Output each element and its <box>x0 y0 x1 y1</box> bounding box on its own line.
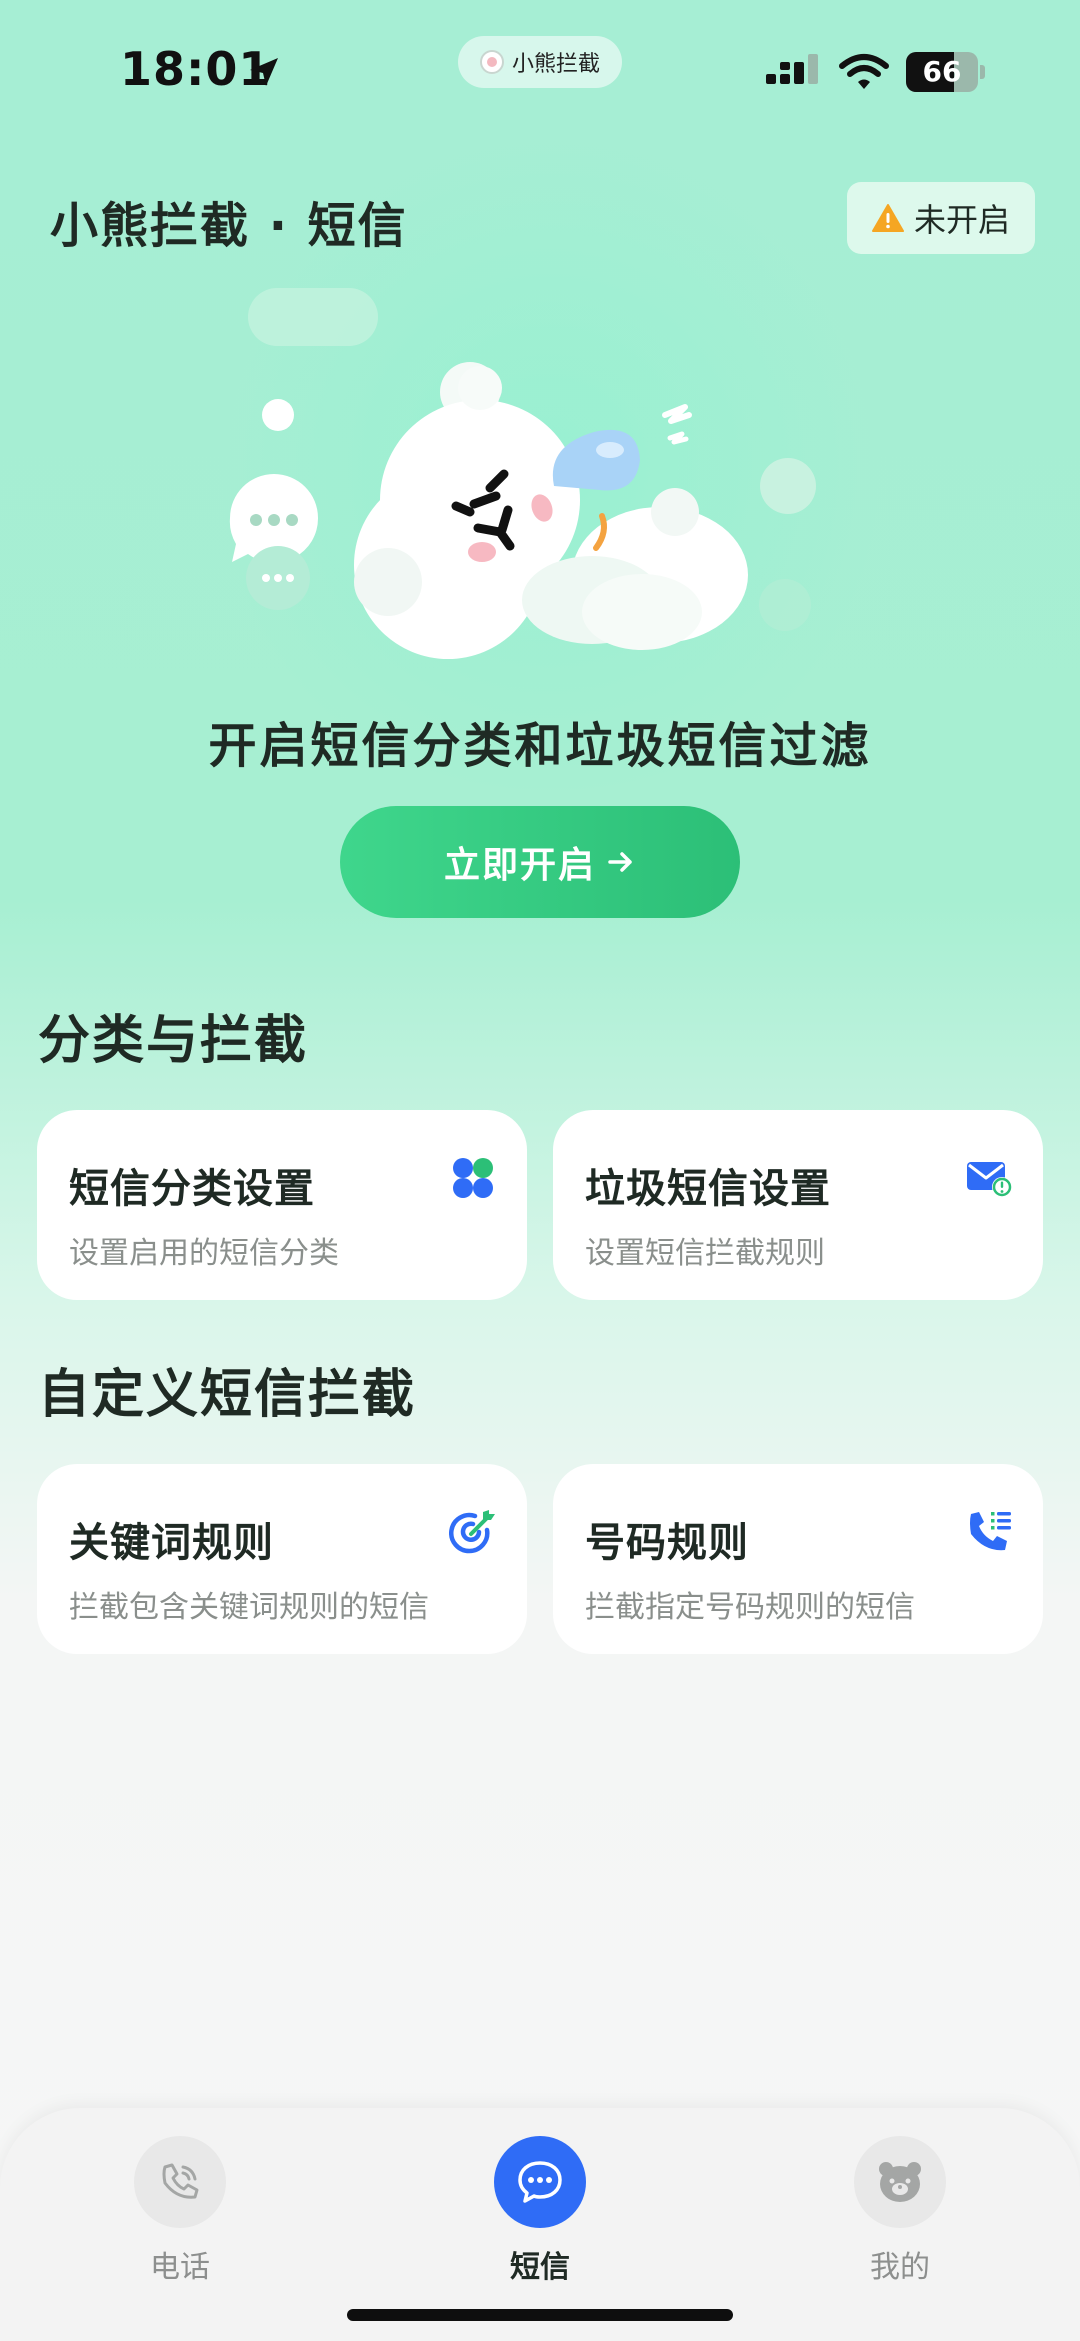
tab-phone-label: 电话 <box>150 2250 210 2285</box>
tab-me-icon-bg <box>854 2136 946 2228</box>
sms-category-settings-card[interactable]: 短信分类设置 设置启用的短信分类 <box>37 1110 527 1300</box>
chat-bubble-icon <box>518 2161 562 2203</box>
keyword-rules-card[interactable]: 关键词规则 拦截包含关键词规则的短信 <box>37 1464 527 1654</box>
arrow-right-icon <box>608 852 632 872</box>
card-subtitle: 设置启用的短信分类 <box>69 1236 339 1271</box>
number-rules-card[interactable]: 号码规则 拦截指定号码规则的短信 <box>553 1464 1043 1654</box>
card-subtitle: 设置短信拦截规则 <box>585 1236 825 1271</box>
island-label: 小熊拦截 <box>511 52 600 77</box>
dynamic-island[interactable]: 小熊拦截 <box>458 36 622 88</box>
spam-sms-settings-card[interactable]: 垃圾短信设置 设置短信拦截规则 <box>553 1110 1043 1300</box>
enable-now-label: 立即开启 <box>443 845 596 886</box>
location-arrow-icon <box>250 58 278 86</box>
page-title: 小熊拦截 · 短信 <box>50 198 408 254</box>
tab-phone-icon-bg <box>134 2136 226 2228</box>
tab-sms[interactable]: 短信 <box>450 2136 630 2285</box>
mail-alert-icon <box>967 1162 1012 1197</box>
section-title-custom: 自定义短信拦截 <box>38 1365 417 1425</box>
warning-icon <box>871 204 904 232</box>
card-subtitle: 拦截包含关键词规则的短信 <box>69 1590 429 1625</box>
home-indicator[interactable] <box>347 2309 733 2321</box>
protection-status-badge[interactable]: 未开启 <box>847 182 1035 254</box>
bear-app-icon <box>479 50 504 74</box>
card-title: 垃圾短信设置 <box>585 1166 831 1212</box>
tab-sms-label: 短信 <box>510 2250 570 2285</box>
cellular-signal-icon <box>766 54 818 84</box>
bear-face-icon <box>879 2162 921 2202</box>
section-title-classify: 分类与拦截 <box>38 1011 309 1071</box>
card-title: 短信分类设置 <box>69 1166 315 1212</box>
wifi-icon <box>839 54 889 89</box>
status-badge-label: 未开启 <box>913 201 1010 239</box>
hero-headline: 开启短信分类和垃圾短信过滤 <box>208 718 872 774</box>
enable-now-button[interactable]: 立即开启 <box>340 806 740 918</box>
card-title: 关键词规则 <box>69 1520 274 1566</box>
clover-icon <box>453 1158 493 1198</box>
card-title: 号码规则 <box>585 1520 749 1566</box>
card-subtitle: 拦截指定号码规则的短信 <box>585 1590 915 1625</box>
tab-sms-icon-bg <box>494 2136 586 2228</box>
tab-me-label: 我的 <box>870 2250 930 2285</box>
phone-icon <box>162 2163 199 2199</box>
tab-me[interactable]: 我的 <box>810 2136 990 2285</box>
battery-percent: 66 <box>922 55 962 88</box>
tab-phone[interactable]: 电话 <box>90 2136 270 2285</box>
phone-list-icon <box>970 1512 1011 1551</box>
battery-indicator: 66 <box>906 52 986 92</box>
sleeping-bear-illustration <box>229 288 816 659</box>
target-icon <box>449 1510 495 1554</box>
